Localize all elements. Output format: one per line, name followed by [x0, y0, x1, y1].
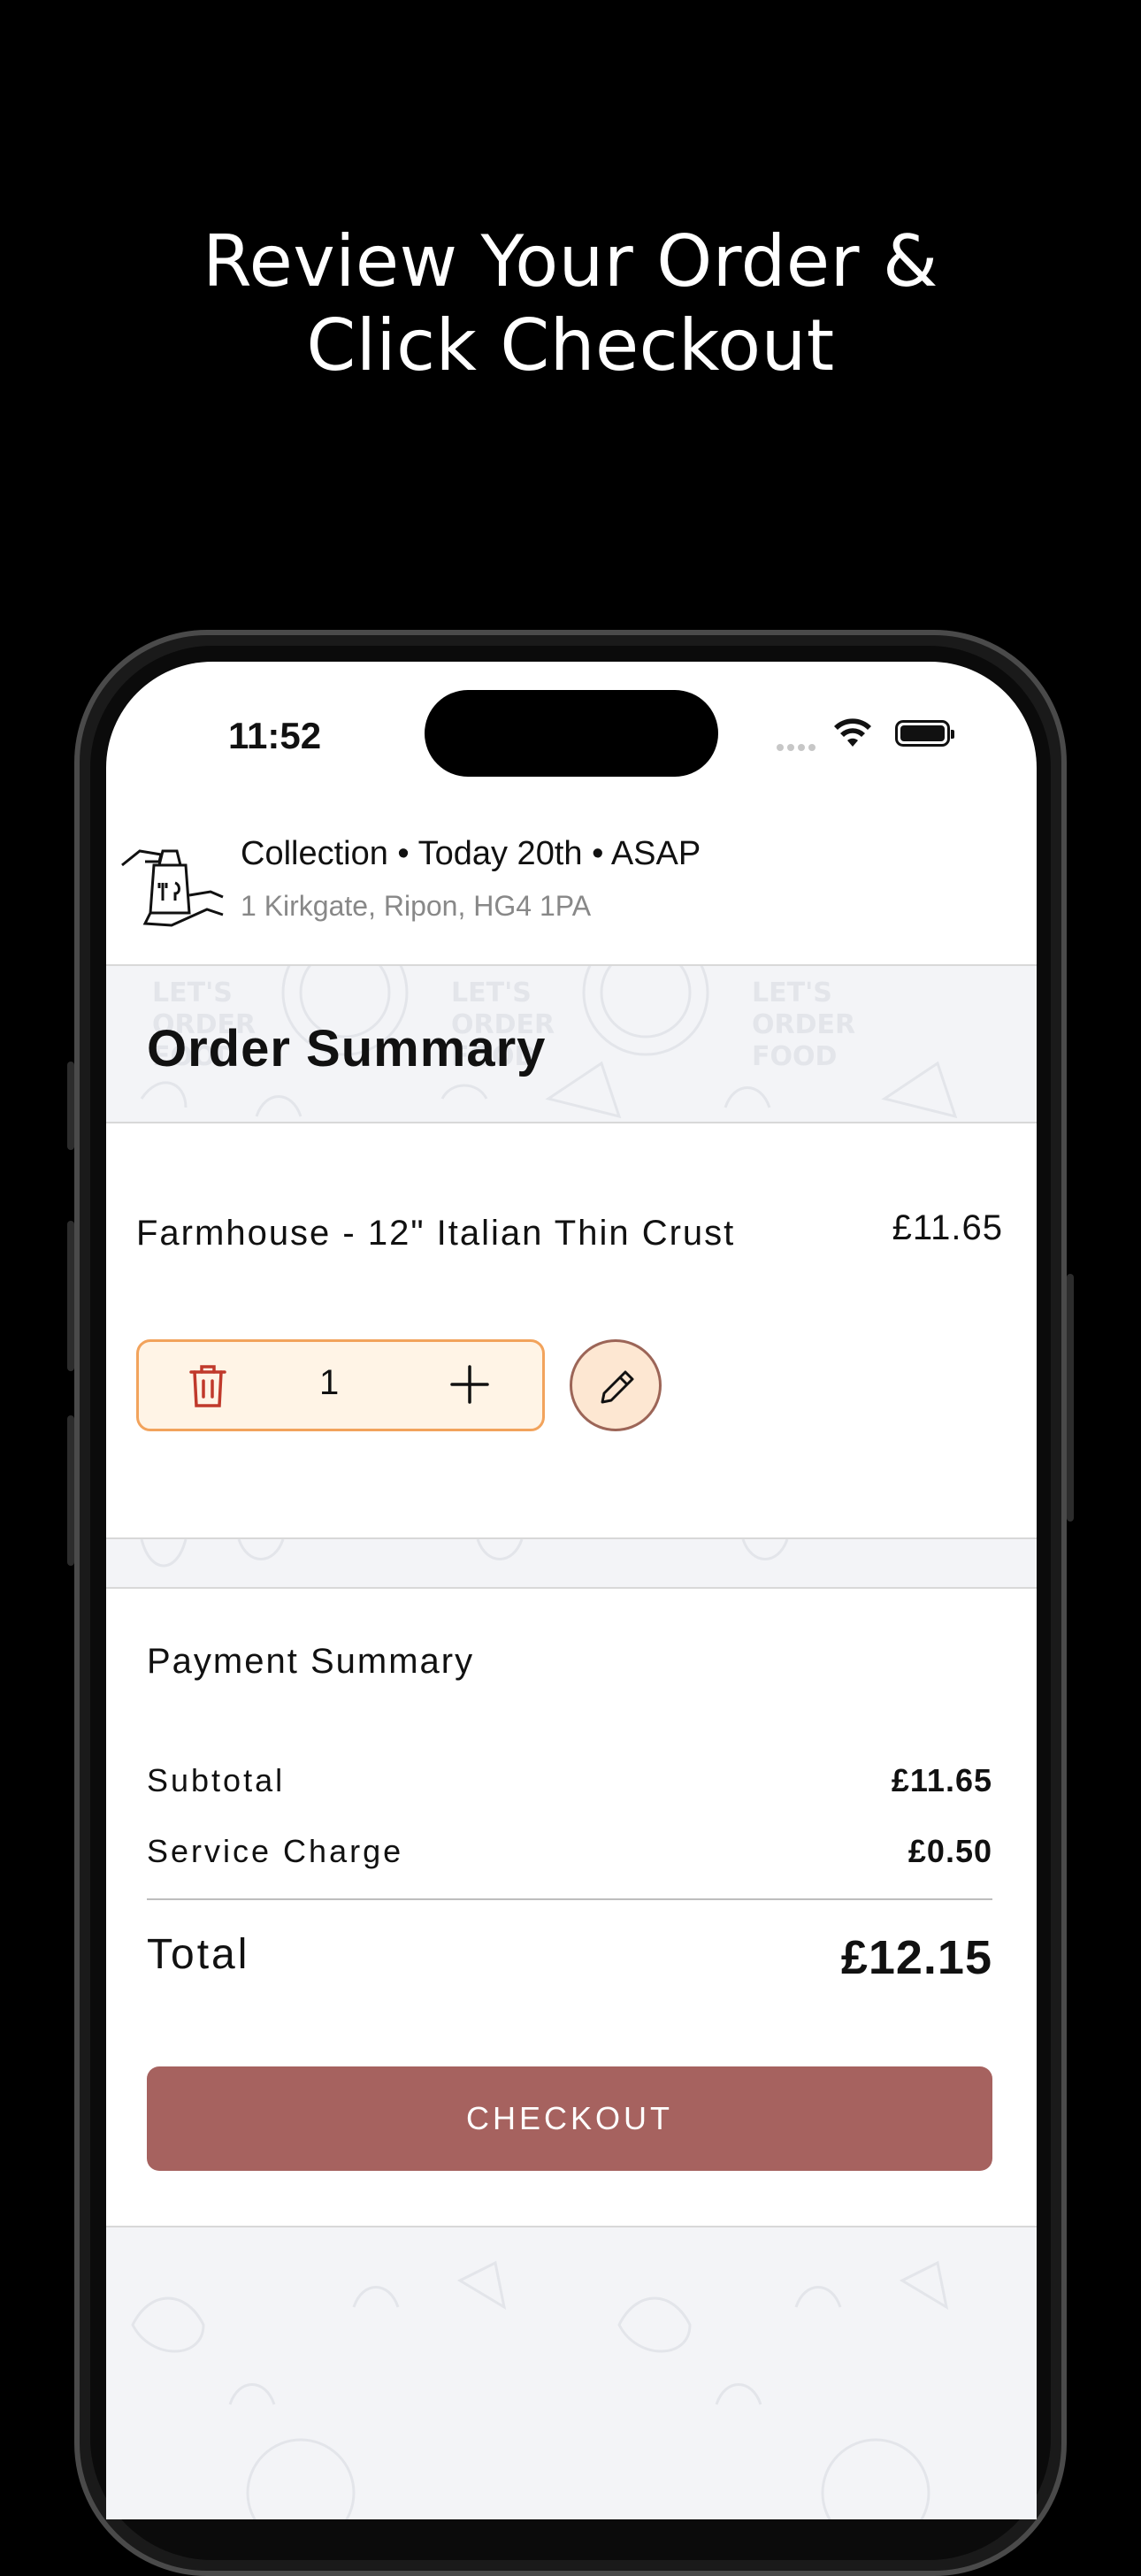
service-charge-value: £0.50: [907, 1833, 992, 1869]
dynamic-island: [425, 690, 718, 777]
trash-icon[interactable]: [188, 1363, 227, 1409]
section-separator: [106, 1539, 1037, 1587]
store-address: 1 Kirkgate, Ripon, HG4 1PA: [241, 890, 592, 922]
svg-text:LET'S: LET'S: [752, 978, 832, 1008]
food-pattern-background: [140, 1539, 789, 1568]
promo-headline: Review Your Order & Click Checkout: [0, 219, 1141, 387]
payment-summary-title: Payment Summary: [147, 1642, 475, 1681]
divider: [147, 1898, 992, 1900]
svg-text:LET'S: LET'S: [451, 978, 532, 1008]
battery-icon: [895, 720, 954, 747]
svg-text:ORDER: ORDER: [752, 1009, 855, 1040]
food-pattern-background: [131, 2260, 949, 2519]
signal-icon: [777, 740, 819, 755]
phone-volume-up: [67, 1221, 74, 1371]
svg-text:LET'S: LET'S: [152, 978, 233, 1008]
order-type-summary: Collection • Today 20th • ASAP: [241, 835, 701, 872]
item-price: £11.65: [892, 1208, 1003, 1247]
order-summary-banner: LET'S ORDER FOOD LET'S ORDER FOOD LET'S ORDER…: [106, 966, 1037, 1122]
order-summary-title: Order Summary: [147, 1020, 547, 1077]
pencil-icon: [601, 1370, 634, 1404]
collection-bag-icon: [121, 849, 224, 927]
promo-headline-line1: Review Your Order &: [203, 220, 938, 303]
status-time: 11:52: [228, 715, 322, 756]
plus-icon[interactable]: [448, 1363, 491, 1406]
subtotal-label: Subtotal: [147, 1762, 286, 1798]
service-charge-label: Service Charge: [147, 1833, 404, 1869]
checkout-button[interactable]: CHECKOUT: [147, 2066, 992, 2171]
svg-text:FOOD: FOOD: [752, 1041, 837, 1072]
item-name: Farmhouse - 12" Italian Thin Crust: [136, 1214, 736, 1253]
wifi-icon: [834, 718, 871, 747]
collection-header[interactable]: Collection • Today 20th • ASAP 1 Kirkgat…: [106, 835, 1037, 964]
promo-headline-line2: Click Checkout: [306, 304, 835, 387]
payment-summary-card: Payment Summary Subtotal £11.65 Service …: [106, 1589, 1037, 2226]
subtotal-value: £11.65: [891, 1762, 992, 1798]
phone-side-button: [67, 1062, 74, 1150]
app-screen: 11:52 Collection • Today 20th • ASAP 1 K…: [106, 662, 1037, 2519]
edit-item-button[interactable]: [570, 1339, 662, 1431]
phone-power-button: [1067, 1274, 1074, 1522]
quantity-stepper: 1: [136, 1339, 545, 1431]
footer-pattern: [106, 2227, 1037, 2519]
phone-volume-down: [67, 1415, 74, 1566]
item-quantity: 1: [319, 1363, 340, 1402]
total-value: £12.15: [840, 1931, 992, 1984]
order-item-card: Farmhouse - 12" Italian Thin Crust £11.6…: [106, 1123, 1037, 1537]
total-label: Total: [147, 1931, 250, 1978]
